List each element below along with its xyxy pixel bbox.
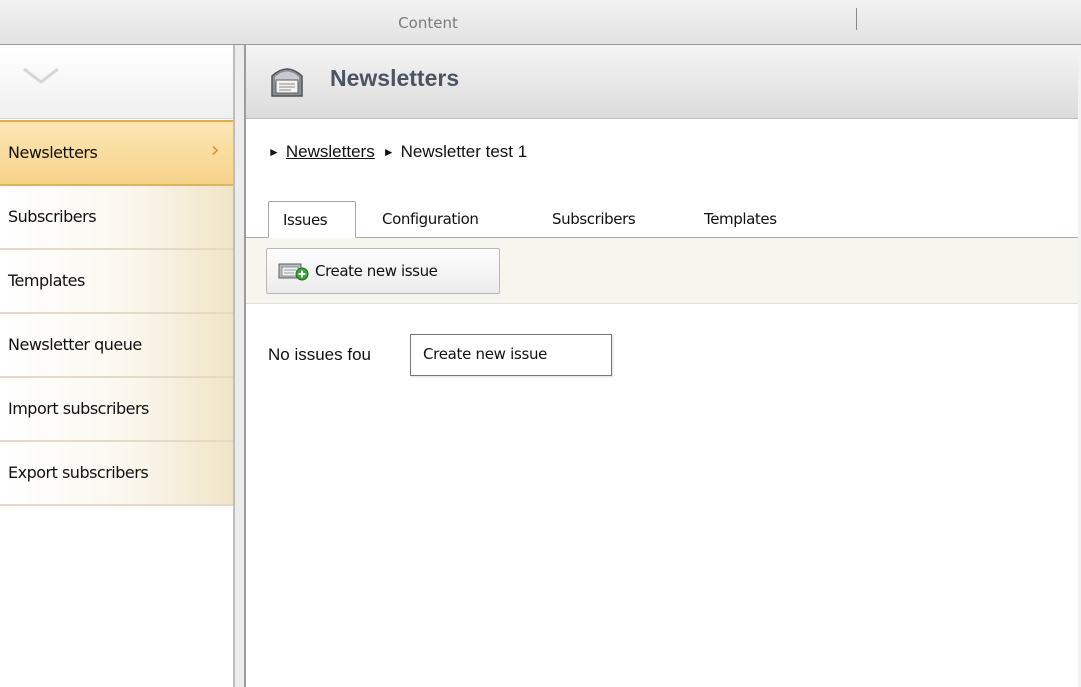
toolbar: Create new issue bbox=[246, 238, 1081, 304]
tab-issues[interactable]: Issues bbox=[268, 201, 356, 238]
sidebar-item-templates[interactable]: Templates bbox=[0, 250, 233, 314]
sidebar-item-label: Newsletter queue bbox=[8, 335, 142, 354]
tab-label: Issues bbox=[283, 211, 328, 229]
sidebar-item-import-subscribers[interactable]: Import subscribers bbox=[0, 378, 233, 442]
sidebar-item-newsletter-queue[interactable]: Newsletter queue bbox=[0, 314, 233, 378]
tab-label: Configuration bbox=[382, 210, 479, 228]
tab-templates[interactable]: Templates bbox=[704, 201, 804, 236]
sidebar-item-label: Newsletters bbox=[8, 143, 98, 162]
create-new-issue-label: Create new issue bbox=[315, 262, 438, 280]
window-titlebar: Content bbox=[0, 0, 1081, 45]
tab-bar: Issues Configuration Subscribers Templat… bbox=[246, 191, 1081, 238]
panel-splitter[interactable] bbox=[235, 45, 244, 687]
page-header: Newsletters bbox=[246, 45, 1081, 119]
sidebar-item-subscribers[interactable]: Subscribers bbox=[0, 186, 233, 250]
tab-subscribers[interactable]: Subscribers bbox=[552, 201, 664, 236]
breadcrumb-current: Newsletter test 1 bbox=[400, 142, 528, 161]
sidebar-item-export-subscribers[interactable]: Export subscribers bbox=[0, 442, 233, 506]
sidebar-item-label: Import subscribers bbox=[8, 399, 149, 418]
add-issue-icon bbox=[277, 261, 311, 285]
empty-state-message: No issues fou bbox=[268, 345, 371, 364]
tooltip-text: Create new issue bbox=[423, 345, 548, 363]
sidebar-item-label: Subscribers bbox=[8, 207, 97, 226]
create-new-issue-button[interactable]: Create new issue bbox=[266, 248, 500, 294]
breadcrumb-link-newsletters[interactable]: Newsletters bbox=[286, 142, 375, 161]
tab-label: Templates bbox=[704, 210, 777, 228]
breadcrumb-arrow-icon: ► bbox=[268, 145, 280, 159]
newsletter-icon bbox=[266, 60, 308, 106]
sidebar: Newsletters › Subscribers Templates News… bbox=[0, 45, 233, 687]
breadcrumb: ► Newsletters ► Newsletter test 1 bbox=[268, 142, 527, 162]
sidebar-menu: Newsletters › Subscribers Templates News… bbox=[0, 120, 233, 506]
breadcrumb-arrow-icon: ► bbox=[382, 145, 395, 159]
main-panel: Newsletters ► Newsletters ► Newsletter test… bbox=[246, 45, 1081, 687]
window-title: Content bbox=[398, 14, 458, 32]
page-title: Newsletters bbox=[330, 65, 460, 91]
tab-label: Subscribers bbox=[552, 210, 636, 228]
titlebar-divider bbox=[856, 8, 857, 30]
sidebar-item-label: Templates bbox=[8, 271, 85, 290]
sidebar-header bbox=[0, 45, 233, 119]
sidebar-item-label: Export subscribers bbox=[8, 463, 149, 482]
chevron-right-icon: › bbox=[210, 138, 220, 163]
chevron-down-icon[interactable] bbox=[21, 65, 61, 91]
tooltip: Create new issue bbox=[410, 334, 612, 376]
sidebar-item-newsletters[interactable]: Newsletters › bbox=[0, 120, 233, 186]
tab-configuration[interactable]: Configuration bbox=[382, 201, 512, 236]
